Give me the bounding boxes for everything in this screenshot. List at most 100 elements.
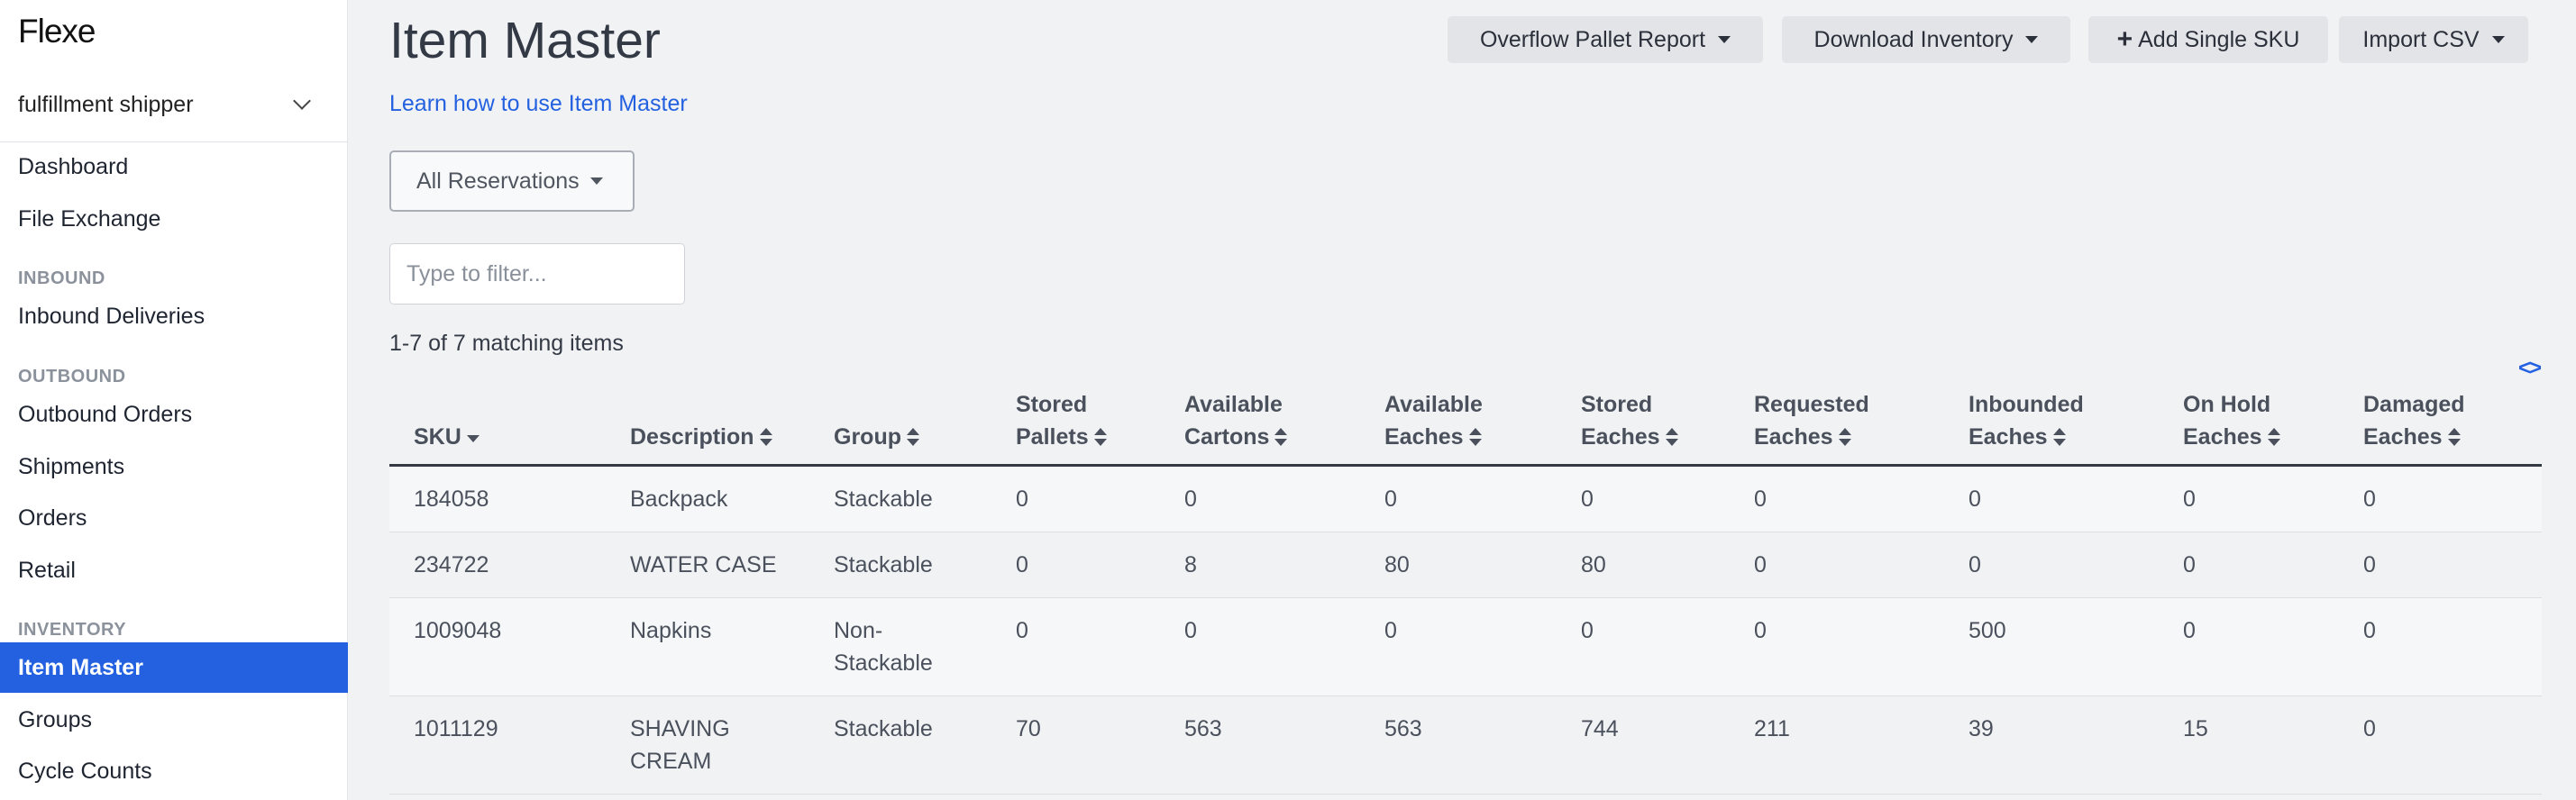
- sort-icon: [1665, 428, 1678, 446]
- cell-on-hold-eaches: 15: [2183, 716, 2208, 741]
- column-header-inbounded-eaches[interactable]: Inbounded Eaches: [1969, 388, 2084, 453]
- column-header-sku[interactable]: SKU: [414, 421, 480, 453]
- cell-sku: 234722: [414, 552, 489, 577]
- table-row[interactable]: 1009048 Napkins Non- Stackable 0 0 0 0 0 500 0 0: [389, 598, 2542, 696]
- sidebar: Flexe fulfillment shipper Dashboard File…: [0, 0, 348, 800]
- column-header-label: Cartons: [1184, 424, 1270, 450]
- sort-icon: [1468, 428, 1482, 446]
- column-header-on-hold-eaches[interactable]: On Hold Eaches: [2183, 388, 2280, 453]
- cell-description: Napkins: [630, 618, 712, 643]
- cell-description: Backpack: [630, 486, 728, 512]
- sort-icon: [1093, 428, 1107, 446]
- account-selector[interactable]: fulfillment shipper: [18, 86, 315, 123]
- column-header-line1: Damaged: [2363, 392, 2465, 417]
- column-header-line1: Stored: [1016, 392, 1088, 417]
- column-header-line1: Available: [1384, 392, 1483, 417]
- cell-damaged-eaches: 0: [2363, 486, 2376, 512]
- sidebar-item-outbound-orders[interactable]: Outbound Orders: [0, 389, 348, 440]
- sidebar-heading-outbound: OUTBOUND: [18, 367, 126, 386]
- sort-icon: [2052, 428, 2066, 446]
- cell-available-eaches: 0: [1384, 486, 1397, 512]
- learn-item-master-link[interactable]: Learn how to use Item Master: [389, 91, 688, 117]
- sidebar-heading-inventory: INVENTORY: [18, 620, 127, 640]
- table-row[interactable]: 1011129 SHAVING CREAM Stackable 70 563 563 744…: [389, 696, 2542, 795]
- cell-available-cartons: 8: [1184, 552, 1197, 577]
- column-header-line1: Requested: [1754, 392, 1869, 417]
- sidebar-item-item-master[interactable]: Item Master: [0, 642, 348, 693]
- table-row[interactable]: 234722 WATER CASE Stackable 0 8 80 80 0 0 0 0: [389, 532, 2542, 598]
- caret-down-icon: [589, 177, 603, 185]
- cell-sku: 1009048: [414, 618, 502, 643]
- sidebar-item-dashboard[interactable]: Dashboard: [0, 141, 348, 192]
- cell-stored-pallets: 0: [1016, 552, 1028, 577]
- sidebar-item-cycle-counts[interactable]: Cycle Counts: [0, 746, 348, 796]
- plus-icon: +: [2116, 24, 2133, 54]
- sort-icon: [2267, 428, 2280, 446]
- sidebar-item-shipments[interactable]: Shipments: [0, 441, 348, 492]
- cell-stored-eaches: 0: [1581, 486, 1594, 512]
- cell-inbounded-eaches: 39: [1969, 716, 1994, 741]
- table-header-row: SKU Description Group Stored Pallets Availabl…: [389, 378, 2542, 467]
- match-count: 1-7 of 7 matching items: [389, 331, 624, 356]
- table-row[interactable]: 184058 Backpack Stackable 0 0 0 0 0 0 0 0: [389, 467, 2542, 532]
- column-header-available-eaches[interactable]: Available Eaches: [1384, 388, 1483, 453]
- cell-stored-pallets: 0: [1016, 486, 1028, 512]
- cell-sku: 1011129: [414, 716, 498, 741]
- column-header-line1: Available: [1184, 392, 1283, 417]
- cell-stored-pallets: 0: [1016, 618, 1028, 643]
- import-csv-label: Import CSV: [2362, 26, 2480, 52]
- sidebar-item-inbound-deliveries[interactable]: Inbound Deliveries: [0, 291, 348, 341]
- column-header-label: Eaches: [1754, 424, 1833, 450]
- cell-group: Stackable: [834, 552, 933, 577]
- column-header-available-cartons[interactable]: Available Cartons: [1184, 388, 1288, 453]
- cell-description: WATER CASE: [630, 552, 777, 577]
- column-header-damaged-eaches[interactable]: Damaged Eaches: [2363, 388, 2465, 453]
- cell-available-eaches: 80: [1384, 552, 1410, 577]
- cell-on-hold-eaches: 0: [2183, 618, 2196, 643]
- column-header-requested-eaches[interactable]: Requested Eaches: [1754, 388, 1869, 453]
- overflow-pallet-report-button[interactable]: Overflow Pallet Report: [1448, 16, 1763, 63]
- code-toggle-icon[interactable]: <>: [2518, 356, 2542, 381]
- account-name: fulfillment shipper: [18, 91, 194, 117]
- cell-damaged-eaches: 0: [2363, 716, 2376, 741]
- cell-available-cartons: 0: [1184, 618, 1197, 643]
- add-single-sku-button[interactable]: + Add Single SKU: [2088, 16, 2328, 63]
- sidebar-item-retail[interactable]: Retail: [0, 545, 348, 595]
- download-inventory-button[interactable]: Download Inventory: [1782, 16, 2070, 63]
- caret-down-icon: [1718, 36, 1731, 43]
- cell-on-hold-eaches: 0: [2183, 552, 2196, 577]
- cell-available-eaches: 0: [1384, 618, 1397, 643]
- chevron-down-icon: [293, 92, 311, 110]
- reservations-dropdown[interactable]: All Reservations: [389, 150, 635, 212]
- import-csv-button[interactable]: Import CSV: [2339, 16, 2528, 63]
- column-header-line1: On Hold: [2183, 392, 2271, 417]
- page-title: Item Master: [389, 12, 661, 69]
- cell-on-hold-eaches: 0: [2183, 486, 2196, 512]
- cell-stored-eaches: 0: [1581, 618, 1594, 643]
- overflow-pallet-report-label: Overflow Pallet Report: [1479, 26, 1706, 52]
- cell-stored-pallets: 70: [1016, 716, 1041, 741]
- sidebar-item-file-exchange[interactable]: File Exchange: [0, 194, 348, 244]
- reservations-value: All Reservations: [416, 168, 580, 194]
- sidebar-item-orders[interactable]: Orders: [0, 493, 348, 543]
- cell-available-cartons: 563: [1184, 716, 1222, 741]
- filter-input[interactable]: [389, 243, 685, 305]
- sidebar-item-groups[interactable]: Groups: [0, 695, 348, 745]
- cell-damaged-eaches: 0: [2363, 552, 2376, 577]
- sort-desc-icon: [466, 435, 480, 442]
- column-header-stored-pallets[interactable]: Stored Pallets: [1016, 388, 1107, 453]
- column-header-label: Eaches: [1969, 424, 2048, 450]
- column-header-description[interactable]: Description: [630, 421, 772, 453]
- cell-stored-eaches: 80: [1581, 552, 1606, 577]
- column-header-group[interactable]: Group: [834, 421, 919, 453]
- add-single-sku-label: Add Single SKU: [2138, 26, 2300, 52]
- column-header-stored-eaches[interactable]: Stored Eaches: [1581, 388, 1678, 453]
- table-body: 184058 Backpack Stackable 0 0 0 0 0 0 0 0 234722 WAT…: [389, 467, 2542, 795]
- column-header-label: SKU: [414, 424, 461, 450]
- cell-inbounded-eaches: 0: [1969, 552, 1981, 577]
- cell-inbounded-eaches: 0: [1969, 486, 1981, 512]
- flexe-logo[interactable]: Flexe: [18, 13, 96, 50]
- cell-damaged-eaches: 0: [2363, 618, 2376, 643]
- download-inventory-label: Download Inventory: [1813, 26, 2014, 52]
- column-header-label: Eaches: [1384, 424, 1464, 450]
